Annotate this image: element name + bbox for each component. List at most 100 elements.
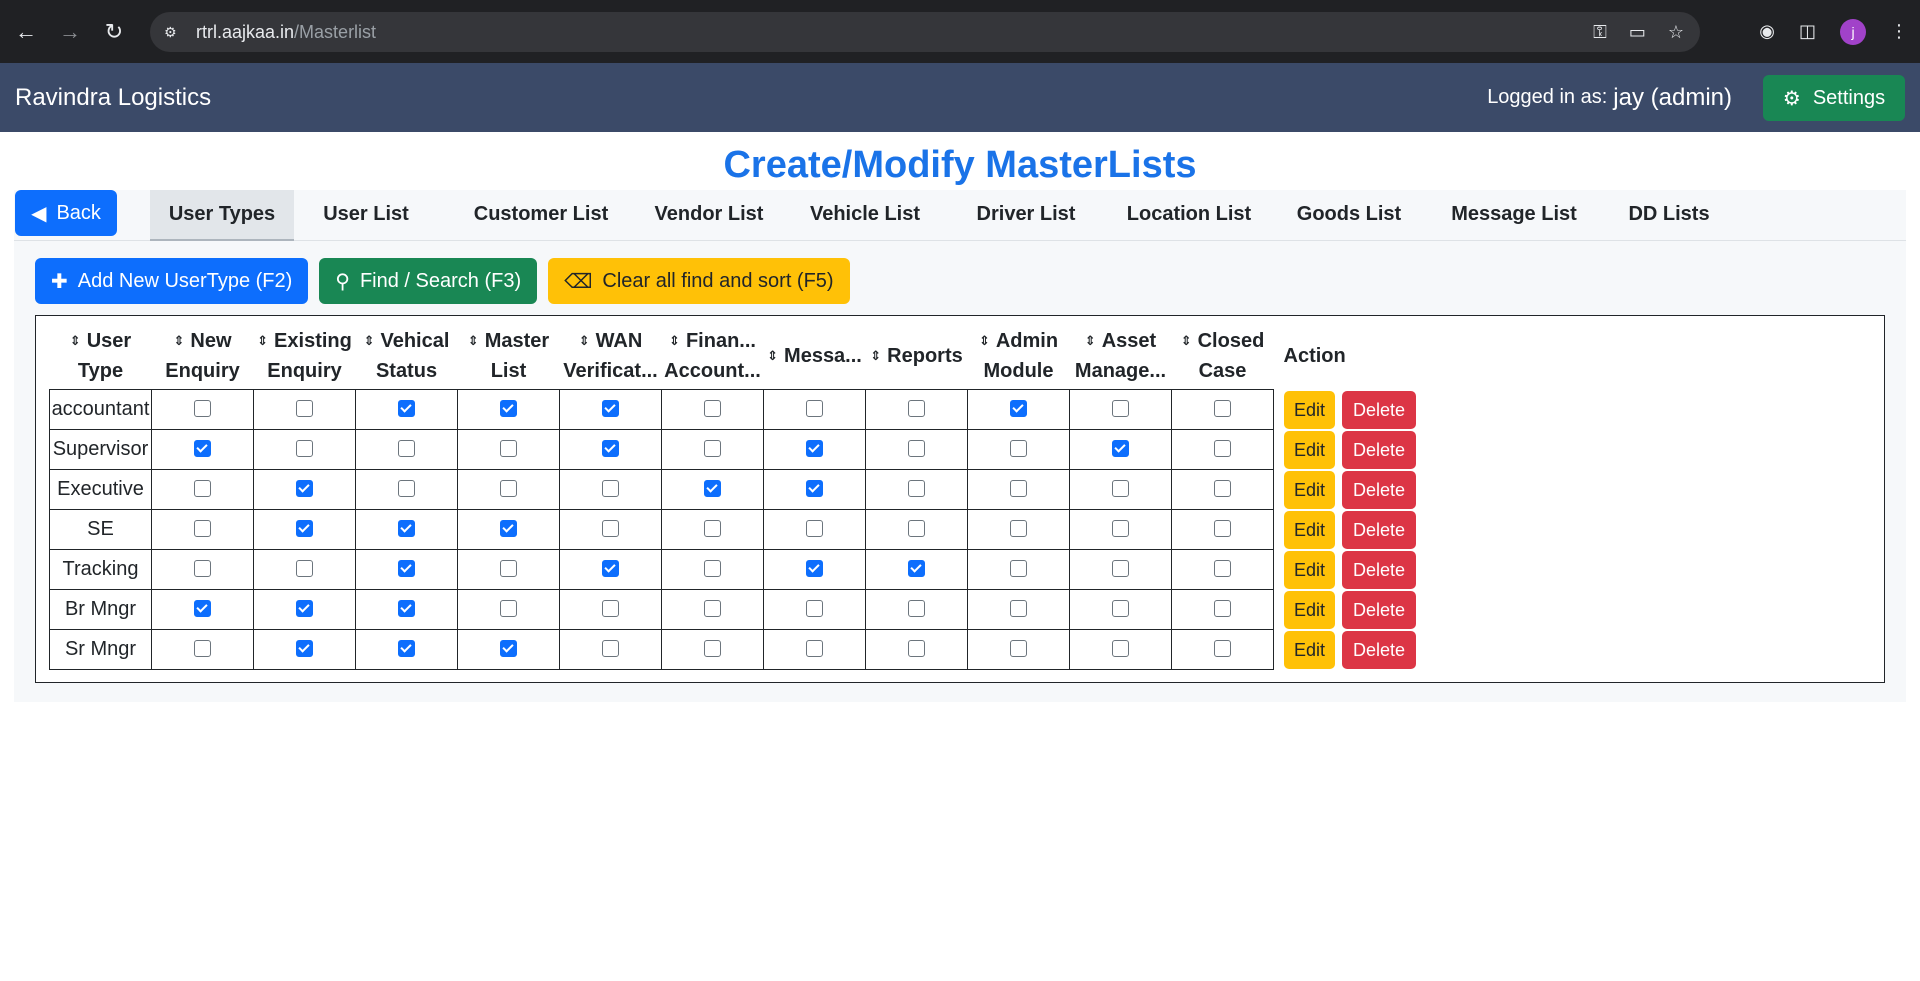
sort-icon[interactable]: ⇕ [257, 333, 268, 348]
permission-checkbox[interactable] [806, 640, 823, 657]
permission-checkbox[interactable] [602, 520, 619, 537]
permission-checkbox[interactable] [194, 600, 211, 617]
permission-checkbox[interactable] [704, 400, 721, 417]
forward-arrow-icon[interactable]: → [52, 14, 88, 50]
permission-checkbox[interactable] [908, 520, 925, 537]
permission-checkbox[interactable] [398, 400, 415, 417]
permission-checkbox[interactable] [1214, 600, 1231, 617]
permission-checkbox[interactable] [704, 600, 721, 617]
delete-button[interactable]: Delete [1342, 590, 1417, 629]
sort-icon[interactable]: ⇕ [1181, 333, 1192, 348]
permission-checkbox[interactable] [1112, 400, 1129, 417]
permission-checkbox[interactable] [194, 480, 211, 497]
permission-checkbox[interactable] [602, 480, 619, 497]
permission-checkbox[interactable] [296, 480, 313, 497]
sort-icon[interactable]: ⇕ [767, 348, 778, 363]
permission-checkbox[interactable] [1112, 480, 1129, 497]
permission-checkbox[interactable] [806, 520, 823, 537]
sort-icon[interactable]: ⇕ [669, 333, 680, 348]
permission-checkbox[interactable] [1214, 400, 1231, 417]
column-header[interactable]: ⇕ Finan... Account... [662, 323, 764, 390]
permission-checkbox[interactable] [1010, 520, 1027, 537]
edit-button[interactable]: Edit [1284, 470, 1336, 509]
tab-location-list[interactable]: Location List [1104, 190, 1274, 239]
sort-icon[interactable]: ⇕ [364, 333, 375, 348]
permission-checkbox[interactable] [1214, 520, 1231, 537]
back-button[interactable]: ◀ Back [15, 190, 117, 236]
permission-checkbox[interactable] [806, 600, 823, 617]
permission-checkbox[interactable] [398, 640, 415, 657]
sort-icon[interactable]: ⇕ [870, 348, 881, 363]
permission-checkbox[interactable] [908, 560, 925, 577]
permission-checkbox[interactable] [1112, 640, 1129, 657]
extensions-puzzle-icon[interactable]: ◫ [1799, 21, 1816, 42]
permission-checkbox[interactable] [602, 600, 619, 617]
column-header[interactable]: ⇕ Admin Module [968, 323, 1070, 390]
permission-checkbox[interactable] [704, 440, 721, 457]
url-text[interactable]: rtrl.aajkaa.in/Masterlist [196, 22, 376, 43]
browser-menu-icon[interactable]: ⋮ [1890, 21, 1908, 42]
permission-checkbox[interactable] [194, 560, 211, 577]
permission-checkbox[interactable] [500, 600, 517, 617]
extension-cookie-icon[interactable]: ◉ [1759, 21, 1775, 42]
permission-checkbox[interactable] [602, 400, 619, 417]
clear-find-sort-button[interactable]: ⌫ Clear all find and sort (F5) [548, 258, 850, 304]
sort-icon[interactable]: ⇕ [1085, 333, 1096, 348]
permission-checkbox[interactable] [704, 520, 721, 537]
permission-checkbox[interactable] [296, 560, 313, 577]
permission-checkbox[interactable] [602, 440, 619, 457]
tab-driver-list[interactable]: Driver List [952, 190, 1100, 239]
add-usertype-button[interactable]: ✚ Add New UserType (F2) [35, 258, 309, 304]
permission-checkbox[interactable] [500, 560, 517, 577]
permission-checkbox[interactable] [398, 440, 415, 457]
tab-customer-list[interactable]: Customer List [446, 190, 636, 239]
permission-checkbox[interactable] [500, 640, 517, 657]
column-header[interactable]: ⇕ WAN Verificat... [560, 323, 662, 390]
permission-checkbox[interactable] [806, 480, 823, 497]
permission-checkbox[interactable] [1112, 440, 1129, 457]
permission-checkbox[interactable] [194, 520, 211, 537]
delete-button[interactable]: Delete [1342, 510, 1417, 549]
edit-button[interactable]: Edit [1284, 590, 1336, 629]
permission-checkbox[interactable] [194, 440, 211, 457]
permission-checkbox[interactable] [296, 440, 313, 457]
permission-checkbox[interactable] [296, 600, 313, 617]
tab-user-types[interactable]: User Types [150, 190, 294, 241]
permission-checkbox[interactable] [296, 520, 313, 537]
permission-checkbox[interactable] [500, 440, 517, 457]
column-header[interactable]: ⇕ Messa... [764, 323, 866, 390]
permission-checkbox[interactable] [908, 600, 925, 617]
permission-checkbox[interactable] [908, 400, 925, 417]
permission-checkbox[interactable] [1010, 640, 1027, 657]
delete-button[interactable]: Delete [1342, 550, 1417, 589]
bookmark-star-icon[interactable]: ☆ [1668, 22, 1684, 43]
delete-button[interactable]: Delete [1342, 390, 1417, 429]
tab-goods-list[interactable]: Goods List [1280, 190, 1418, 239]
column-header[interactable]: ⇕ Closed Case [1172, 323, 1274, 390]
edit-button[interactable]: Edit [1284, 550, 1336, 589]
permission-checkbox[interactable] [1214, 560, 1231, 577]
address-bar[interactable]: ⚙ rtrl.aajkaa.in/Masterlist ⚿ ▭ ☆ [150, 12, 1700, 52]
edit-button[interactable]: Edit [1284, 510, 1336, 549]
permission-checkbox[interactable] [908, 640, 925, 657]
back-arrow-icon[interactable]: ← [8, 14, 44, 50]
sort-icon[interactable]: ⇕ [579, 333, 590, 348]
profile-avatar[interactable]: j [1840, 18, 1866, 45]
permission-checkbox[interactable] [194, 400, 211, 417]
delete-button[interactable]: Delete [1342, 630, 1417, 669]
permission-checkbox[interactable] [1010, 400, 1027, 417]
permission-checkbox[interactable] [908, 480, 925, 497]
permission-checkbox[interactable] [704, 480, 721, 497]
column-header[interactable]: ⇕ Master List [458, 323, 560, 390]
sort-icon[interactable]: ⇕ [979, 333, 990, 348]
permission-checkbox[interactable] [806, 560, 823, 577]
column-header[interactable]: ⇕ New Enquiry [152, 323, 254, 390]
permission-checkbox[interactable] [704, 560, 721, 577]
permission-checkbox[interactable] [398, 480, 415, 497]
permission-checkbox[interactable] [806, 400, 823, 417]
sort-icon[interactable]: ⇕ [70, 333, 81, 348]
column-header[interactable]: ⇕ Asset Manage... [1070, 323, 1172, 390]
permission-checkbox[interactable] [296, 640, 313, 657]
permission-checkbox[interactable] [398, 600, 415, 617]
permission-checkbox[interactable] [500, 400, 517, 417]
